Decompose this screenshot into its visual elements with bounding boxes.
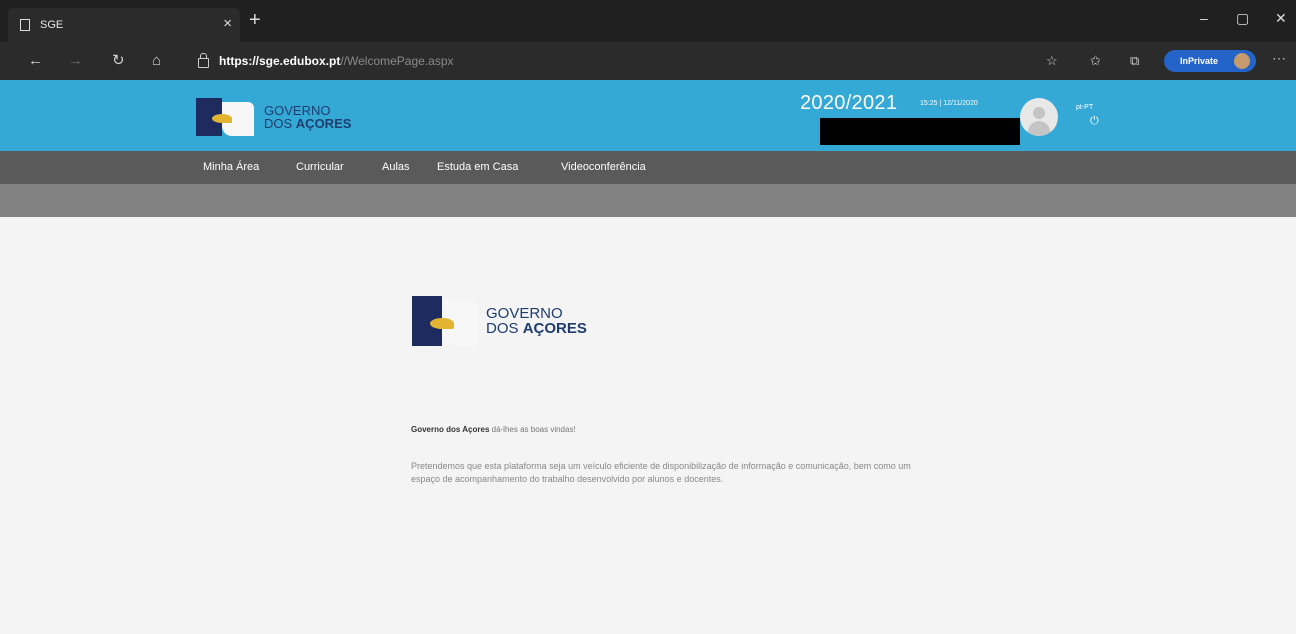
tab-close-icon[interactable]: ×	[223, 16, 232, 32]
url-path: //WelcomePage.aspx	[340, 54, 454, 68]
favorite-star-icon[interactable]: ☆	[1046, 52, 1058, 70]
logo-line-2-prefix: DOS	[264, 116, 296, 131]
menu-item-videoconferencia[interactable]: Videoconferência	[561, 161, 646, 173]
inprivate-label: InPrivate	[1180, 56, 1219, 66]
maximize-icon[interactable]: ▢	[1236, 9, 1249, 27]
menu-item-aulas[interactable]: Aulas	[382, 161, 410, 173]
back-icon[interactable]: ←	[28, 52, 43, 70]
flag-logo-icon	[196, 98, 254, 136]
main-content	[8, 217, 1296, 634]
intro-paragraph: Pretendemos que esta plataforma seja um …	[411, 461, 911, 484]
page-icon	[20, 19, 30, 31]
refresh-icon[interactable]: ↻	[112, 52, 125, 70]
welcome-bold: Governo dos Açores	[411, 425, 490, 434]
main-logo-line-1: GOVERNO	[486, 305, 563, 322]
main-logo-line-2-bold: AÇORES	[522, 320, 587, 337]
browser-tab[interactable]: SGE ×	[8, 8, 240, 42]
redacted-user-name	[820, 118, 1020, 145]
collections-icon[interactable]: ⧉	[1130, 52, 1139, 70]
close-window-icon[interactable]: ✕	[1275, 9, 1287, 27]
browser-title-bar: SGE × + – ▢ ✕	[0, 0, 1296, 42]
tab-title: SGE	[40, 19, 64, 31]
address-bar[interactable]: https://sge.edubox.pt //WelcomePage.aspx	[192, 49, 1034, 73]
welcome-message: Governo dos Açores dá-lhes as boas vinda…	[411, 425, 576, 434]
home-icon[interactable]: ⌂	[152, 52, 161, 70]
site-header	[0, 80, 1296, 151]
inprivate-badge[interactable]: InPrivate	[1164, 50, 1256, 72]
menu-item-curricular[interactable]: Curricular	[296, 161, 344, 173]
lock-icon[interactable]	[198, 53, 209, 68]
url-host: https://sge.edubox.pt	[219, 54, 341, 68]
main-logo: GOVERNO DOS AÇORES	[412, 296, 587, 346]
logo-line-2-bold: AÇORES	[295, 116, 352, 131]
profile-avatar-icon	[1234, 53, 1250, 69]
new-tab-icon[interactable]: +	[249, 9, 261, 31]
menu-item-estuda-em-casa[interactable]: Estuda em Casa	[437, 161, 518, 173]
welcome-rest: dá-lhes as boas vindas!	[489, 425, 576, 434]
flag-logo-icon	[412, 296, 478, 346]
favorites-list-icon[interactable]: ✩	[1090, 52, 1101, 70]
minimize-icon[interactable]: –	[1200, 9, 1208, 27]
datetime: 15:25 | 12/11/2020	[920, 100, 978, 107]
forward-icon[interactable]: →	[68, 52, 83, 70]
school-year[interactable]: 2020/2021	[800, 92, 897, 115]
header-logo[interactable]: GOVERNO DOS AÇORES	[196, 98, 351, 136]
main-menu: Minha Área Curricular Aulas Estuda em Ca…	[0, 151, 1296, 184]
language-selector[interactable]: pt-PT	[1076, 104, 1093, 111]
user-avatar-icon[interactable]	[1020, 98, 1058, 136]
logout-power-icon[interactable]: ⏻	[1090, 115, 1099, 128]
browser-nav-bar: ← → ↻ ⌂ https://sge.edubox.pt //WelcomeP…	[0, 42, 1296, 80]
menu-item-minha-area[interactable]: Minha Área	[203, 161, 259, 173]
main-logo-line-2-prefix: DOS	[486, 320, 523, 337]
sub-menu-bar	[0, 184, 1296, 217]
more-options-icon[interactable]: ⋯	[1272, 50, 1286, 67]
